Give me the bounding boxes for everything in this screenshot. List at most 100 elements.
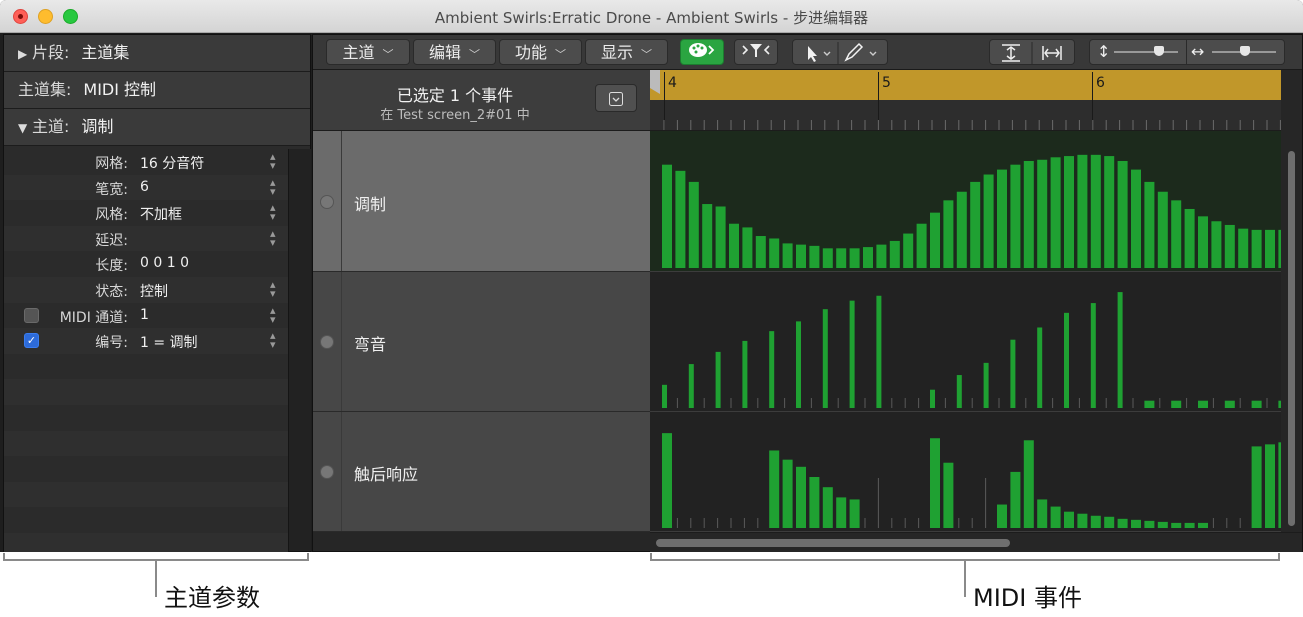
midi-event-bar[interactable] xyxy=(1064,312,1069,408)
midi-event-bar[interactable] xyxy=(729,223,739,268)
param-value[interactable]: 1 xyxy=(140,307,149,323)
param-row[interactable]: 笔宽: 6 ▴ ▾ xyxy=(4,174,288,201)
midi-in-button[interactable] xyxy=(680,39,724,65)
midi-event-bar[interactable] xyxy=(1171,522,1182,528)
param-value[interactable]: 0 0 1 0 xyxy=(140,255,189,271)
midi-event-bar[interactable] xyxy=(1010,471,1021,528)
midi-event-bar[interactable] xyxy=(943,200,954,268)
pencil-tool-icon[interactable] xyxy=(844,42,864,62)
midi-event-bar[interactable] xyxy=(782,459,793,528)
lane-header[interactable]: 触后响应 xyxy=(313,412,650,532)
midi-event-bar[interactable] xyxy=(1050,157,1061,268)
midi-event-bar[interactable] xyxy=(769,331,775,408)
midi-event-bar[interactable] xyxy=(1184,522,1195,528)
param-row[interactable]: ✓ 编号: 1 = 调制 ▴ ▾ xyxy=(4,328,288,354)
midi-event-bar[interactable] xyxy=(662,433,672,528)
view-menu-button[interactable]: 显示 ﹀ xyxy=(585,39,668,65)
midi-event-bar[interactable] xyxy=(836,497,847,528)
midi-event-bar[interactable] xyxy=(1117,160,1128,268)
param-value[interactable]: 1 = 调制 xyxy=(140,332,198,352)
param-row[interactable]: MIDI 通道: 1 ▴ ▾ xyxy=(4,303,288,329)
stepper-icon[interactable]: ▴ ▾ xyxy=(270,228,276,248)
midi-event-bar[interactable] xyxy=(930,438,940,528)
midi-event-bar[interactable] xyxy=(796,321,801,408)
midi-event-bar[interactable] xyxy=(1064,511,1074,528)
midi-event-bar[interactable] xyxy=(662,384,667,408)
midi-event-bar[interactable] xyxy=(1144,520,1155,528)
param-row[interactable]: 延迟: ▴ ▾ xyxy=(4,225,288,252)
stepper-icon[interactable]: ▴ ▾ xyxy=(270,330,276,350)
midi-event-bar[interactable] xyxy=(1265,444,1275,528)
midi-event-bar[interactable] xyxy=(1224,224,1235,268)
stepper-icon[interactable]: ▴ ▾ xyxy=(270,279,276,299)
lane-header[interactable]: 弯音 xyxy=(313,272,650,412)
fit-vertical-icon[interactable] xyxy=(1002,44,1020,62)
midi-event-bar[interactable] xyxy=(863,247,873,268)
horizontal-scroll-thumb[interactable] xyxy=(656,539,1010,547)
horizontal-scrollbar[interactable] xyxy=(650,532,1302,552)
midi-event-bar[interactable] xyxy=(1104,516,1115,528)
midi-event-bar[interactable] xyxy=(956,191,967,268)
lane-header[interactable]: ▼ 主道: 调制 xyxy=(4,109,310,146)
midi-event-bar[interactable] xyxy=(782,243,793,268)
midi-event-bar[interactable] xyxy=(876,295,882,408)
midi-event-bar[interactable] xyxy=(1198,400,1208,408)
midi-event-bar[interactable] xyxy=(943,462,954,528)
param-value[interactable]: 不加框 xyxy=(140,204,182,224)
midi-event-bar[interactable] xyxy=(1104,156,1115,268)
midi-event-bar[interactable] xyxy=(769,238,780,268)
midi-event-bar[interactable] xyxy=(742,340,748,408)
midi-event-bar[interactable] xyxy=(688,181,699,268)
midi-event-bar[interactable] xyxy=(1037,159,1048,268)
stepper-icon[interactable]: ▴ ▾ xyxy=(270,177,276,197)
midi-event-bar[interactable] xyxy=(1131,169,1141,268)
midi-event-bar[interactable] xyxy=(1090,154,1101,268)
midi-event-bar[interactable] xyxy=(715,351,721,408)
midi-event-bar[interactable] xyxy=(1037,499,1048,528)
lane-set-menu-button[interactable] xyxy=(595,84,637,112)
midi-event-bar[interactable] xyxy=(983,362,989,408)
midi-event-bar[interactable] xyxy=(688,364,694,408)
midi-event-bar[interactable] xyxy=(1238,228,1249,268)
pointer-tool-icon[interactable] xyxy=(808,46,817,62)
inspector-scrollbar[interactable] xyxy=(288,149,311,551)
midi-event-bar[interactable] xyxy=(809,477,820,528)
edit-menu-button[interactable]: 编辑 ﹀ xyxy=(413,39,496,65)
functions-menu-button[interactable]: 功能 ﹀ xyxy=(499,39,582,65)
midi-event-bar[interactable] xyxy=(796,466,806,528)
midi-event-bar[interactable] xyxy=(889,240,900,268)
midi-event-bar[interactable] xyxy=(1224,400,1235,408)
midi-event-bar[interactable] xyxy=(1198,522,1208,528)
midi-event-bar[interactable] xyxy=(1050,506,1061,528)
midi-event-bar[interactable] xyxy=(1171,200,1182,268)
midi-event-bar[interactable] xyxy=(1157,521,1168,528)
segment-header[interactable]: ▶ 片段: 主道集 xyxy=(4,35,310,72)
stepper-icon[interactable]: ▴ ▾ xyxy=(270,202,276,222)
midi-event-bar[interactable] xyxy=(1117,292,1123,408)
param-row[interactable]: 网格: 16 分音符 ▴ ▾ xyxy=(4,149,288,175)
left-locator-icon[interactable] xyxy=(650,70,660,94)
midi-event-bar[interactable] xyxy=(1077,154,1088,268)
laneset-header[interactable]: 主道集: MIDI 控制 xyxy=(4,72,310,109)
lane-menu-button[interactable]: 主道 ﹀ xyxy=(326,39,410,65)
param-value[interactable]: 6 xyxy=(140,179,149,195)
midi-event-bar[interactable] xyxy=(1265,229,1275,268)
midi-event-bar[interactable] xyxy=(1251,400,1262,408)
midi-event-bar[interactable] xyxy=(1184,208,1195,268)
disclosure-right-icon[interactable]: ▶ xyxy=(18,36,32,72)
horizontal-zoom-knob[interactable] xyxy=(1240,46,1250,56)
midi-event-bar[interactable] xyxy=(675,170,686,268)
midi-event-bar[interactable] xyxy=(1198,216,1208,268)
stepper-icon[interactable]: ▴ ▾ xyxy=(270,151,276,171)
midi-event-bar[interactable] xyxy=(997,169,1007,268)
vertical-zoom-knob[interactable] xyxy=(1154,46,1164,56)
stepper-icon[interactable]: ▴ ▾ xyxy=(270,305,276,325)
midi-event-bar[interactable] xyxy=(930,212,940,268)
midi-event-bar[interactable] xyxy=(903,233,914,268)
midi-event-bar[interactable] xyxy=(916,223,927,268)
vertical-scrollbar[interactable] xyxy=(1281,131,1302,532)
param-checkbox[interactable] xyxy=(24,307,39,323)
midi-event-bar[interactable] xyxy=(930,389,935,408)
vertical-scroll-thumb[interactable] xyxy=(1288,151,1295,526)
midi-event-bar[interactable] xyxy=(1211,221,1222,268)
